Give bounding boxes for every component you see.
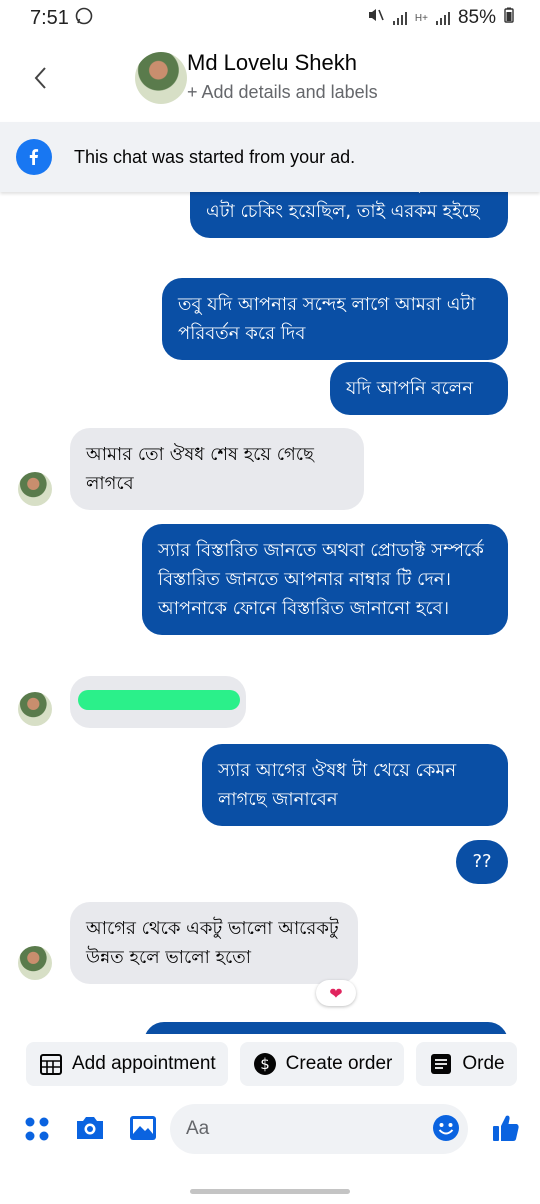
contact-avatar[interactable] <box>135 52 187 104</box>
signal-icon <box>392 11 407 25</box>
customer-avatar[interactable] <box>18 472 52 506</box>
status-time: 7:51 <box>30 6 69 29</box>
message-input[interactable] <box>170 1104 468 1154</box>
customer-avatar[interactable] <box>18 946 52 980</box>
message-list[interactable]: স্যার প্রোডাক্ট টা ঠিক আছে। কুরিয়ারে এট… <box>0 192 540 1034</box>
emoji-icon <box>433 1115 459 1141</box>
camera-icon <box>77 1117 103 1139</box>
message-incoming[interactable]: আগের থেকে একটু ভালো আরেকটু উন্নত হলে ভাল… <box>70 902 358 984</box>
chevron-left-icon <box>34 67 46 89</box>
thumbs-up-icon <box>493 1115 519 1141</box>
message-outgoing-partial[interactable] <box>144 1022 508 1034</box>
message-outgoing[interactable]: তবু যদি আপনার সন্দেহ লাগে আমরা এটা পরিবর… <box>162 278 508 360</box>
create-order-button[interactable]: $ Create order <box>239 1042 405 1086</box>
add-details-link[interactable]: + Add details and labels <box>187 82 378 103</box>
message-outgoing[interactable]: ?? <box>456 840 508 884</box>
add-appointment-label: Add appointment <box>72 1053 216 1074</box>
message-incoming-redacted[interactable] <box>70 676 246 728</box>
heart-reaction[interactable]: ❤ <box>316 980 356 1006</box>
create-order-label: Create order <box>285 1053 393 1074</box>
battery-level: 85% <box>457 7 496 28</box>
home-indicator[interactable] <box>190 1189 350 1194</box>
composer <box>0 1100 540 1158</box>
four-dots-icon <box>25 1117 49 1141</box>
customer-avatar[interactable] <box>18 692 52 726</box>
ad-banner: This chat was started from your ad. <box>0 122 540 192</box>
dollar-icon: $ <box>252 1051 278 1077</box>
message-incoming[interactable]: আমার তো ঔষধ শেষ হয়ে গেছে লাগবে <box>70 428 364 510</box>
status-bar: 7:51 H+ 85% <box>0 0 540 36</box>
chat-header: Md Lovelu Shekh + Add details and labels <box>0 36 540 120</box>
network-type: H+ <box>414 12 428 24</box>
more-actions-button[interactable] <box>24 1116 50 1142</box>
svg-text:$: $ <box>260 1055 270 1073</box>
signal-icon-2 <box>435 11 450 25</box>
mute-icon <box>367 7 385 29</box>
calendar-icon <box>38 1051 64 1077</box>
redaction-mark <box>78 690 240 710</box>
ad-banner-text: This chat was started from your ad. <box>74 146 356 167</box>
message-outgoing[interactable]: স্যার আগের ঔষধ টা খেয়ে কেমন লাগছে জানাব… <box>202 744 508 826</box>
quick-actions-bar: Add appointment $ Create order Orde <box>0 1040 540 1088</box>
image-icon <box>130 1116 156 1140</box>
orders-label: Orde <box>462 1053 505 1074</box>
message-outgoing[interactable]: স্যার প্রোডাক্ট টা ঠিক আছে। কুরিয়ারে এট… <box>190 192 508 238</box>
orders-button[interactable]: Orde <box>416 1042 517 1086</box>
message-outgoing[interactable]: স্যার বিস্তারিত জানতে অথবা প্রোডাক্ট সম্… <box>142 524 508 635</box>
back-button[interactable] <box>0 36 80 120</box>
like-button[interactable] <box>490 1112 522 1144</box>
add-appointment-button[interactable]: Add appointment <box>26 1042 228 1086</box>
contact-name[interactable]: Md Lovelu Shekh <box>187 50 378 76</box>
camera-button[interactable] <box>74 1114 106 1142</box>
gallery-button[interactable] <box>128 1114 158 1142</box>
facebook-icon <box>16 139 52 175</box>
receipt-icon <box>428 1051 454 1077</box>
battery-icon <box>504 7 514 29</box>
message-outgoing[interactable]: যদি আপনি বলেন <box>330 362 508 415</box>
whatsapp-icon <box>75 7 93 30</box>
emoji-button[interactable] <box>432 1114 460 1142</box>
